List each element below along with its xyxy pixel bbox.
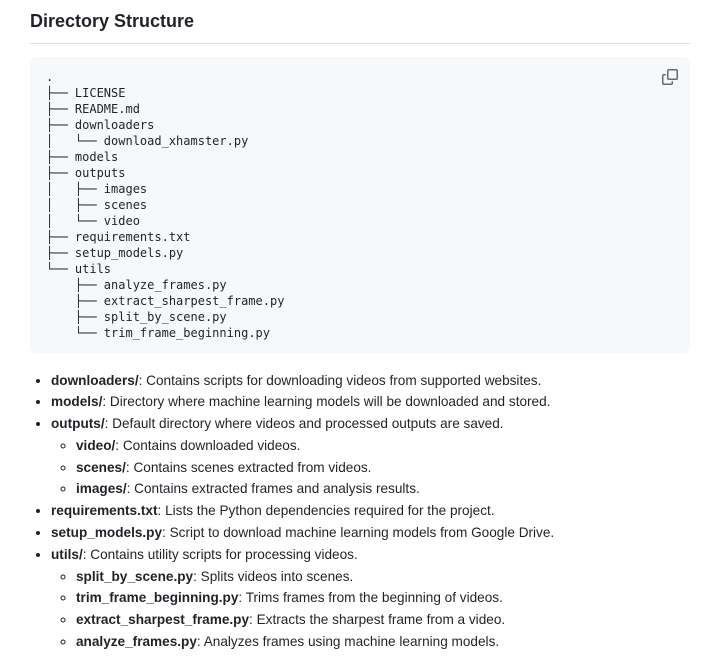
item-name: requirements.txt bbox=[51, 503, 158, 518]
item-name: split_by_scene.py bbox=[76, 569, 193, 584]
list-item: setup_models.py: Script to download mach… bbox=[51, 522, 690, 544]
list-item: models/: Directory where machine learnin… bbox=[51, 391, 690, 413]
item-name: trim_frame_beginning.py bbox=[76, 590, 238, 605]
item-desc: : Default directory where videos and pro… bbox=[105, 416, 504, 431]
list-item: requirements.txt: Lists the Python depen… bbox=[51, 500, 690, 522]
item-desc: : Extracts the sharpest frame from a vid… bbox=[249, 612, 505, 627]
list-item: utils/: Contains utility scripts for pro… bbox=[51, 544, 690, 653]
sub-list: split_by_scene.py: Splits videos into sc… bbox=[51, 566, 690, 653]
list-item: analyze_frames.py: Analyzes frames using… bbox=[76, 631, 690, 653]
item-desc: : Analyzes frames using machine learning… bbox=[197, 634, 499, 649]
list-item: downloaders/: Contains scripts for downl… bbox=[51, 370, 690, 392]
list-item: outputs/: Default directory where videos… bbox=[51, 413, 690, 500]
readme-page: Directory Structure . ├── LICENSE ├── RE… bbox=[0, 0, 712, 669]
list-item: images/: Contains extracted frames and a… bbox=[76, 478, 690, 500]
item-desc: : Lists the Python dependencies required… bbox=[158, 503, 495, 518]
item-name: utils/ bbox=[51, 547, 83, 562]
item-name: scenes/ bbox=[76, 460, 126, 475]
item-desc: : Splits videos into scenes. bbox=[193, 569, 353, 584]
list-item: trim_frame_beginning.py: Trims frames fr… bbox=[76, 587, 690, 609]
item-name: images/ bbox=[76, 481, 127, 496]
list-item: split_by_scene.py: Splits videos into sc… bbox=[76, 566, 690, 588]
item-name: downloaders/ bbox=[51, 373, 139, 388]
directory-tree: . ├── LICENSE ├── README.md ├── download… bbox=[46, 69, 674, 341]
item-desc: : Trims frames from the beginning of vid… bbox=[238, 590, 502, 605]
item-desc: : Contains utility scripts for processin… bbox=[83, 547, 358, 562]
item-name: extract_sharpest_frame.py bbox=[76, 612, 249, 627]
item-desc: : Contains scripts for downloading video… bbox=[139, 373, 542, 388]
item-desc: : Directory where machine learning model… bbox=[102, 394, 550, 409]
copy-button[interactable] bbox=[657, 64, 683, 90]
item-desc: : Contains downloaded videos. bbox=[115, 438, 300, 453]
item-name: video/ bbox=[76, 438, 115, 453]
item-name: analyze_frames.py bbox=[76, 634, 197, 649]
item-desc: : Contains extracted frames and analysis… bbox=[127, 481, 420, 496]
copy-icon bbox=[662, 69, 678, 85]
item-desc: : Contains scenes extracted from videos. bbox=[126, 460, 372, 475]
list-item: scenes/: Contains scenes extracted from … bbox=[76, 457, 690, 479]
directory-tree-code-block: . ├── LICENSE ├── README.md ├── download… bbox=[30, 57, 690, 353]
description-list: downloaders/: Contains scripts for downl… bbox=[30, 370, 690, 653]
sub-list: video/: Contains downloaded videos. scen… bbox=[51, 435, 690, 500]
page-title: Directory Structure bbox=[30, 6, 690, 44]
item-desc: : Script to download machine learning mo… bbox=[162, 525, 554, 540]
list-item: video/: Contains downloaded videos. bbox=[76, 435, 690, 457]
item-name: outputs/ bbox=[51, 416, 105, 431]
list-item: extract_sharpest_frame.py: Extracts the … bbox=[76, 609, 690, 631]
item-name: models/ bbox=[51, 394, 102, 409]
item-name: setup_models.py bbox=[51, 525, 162, 540]
